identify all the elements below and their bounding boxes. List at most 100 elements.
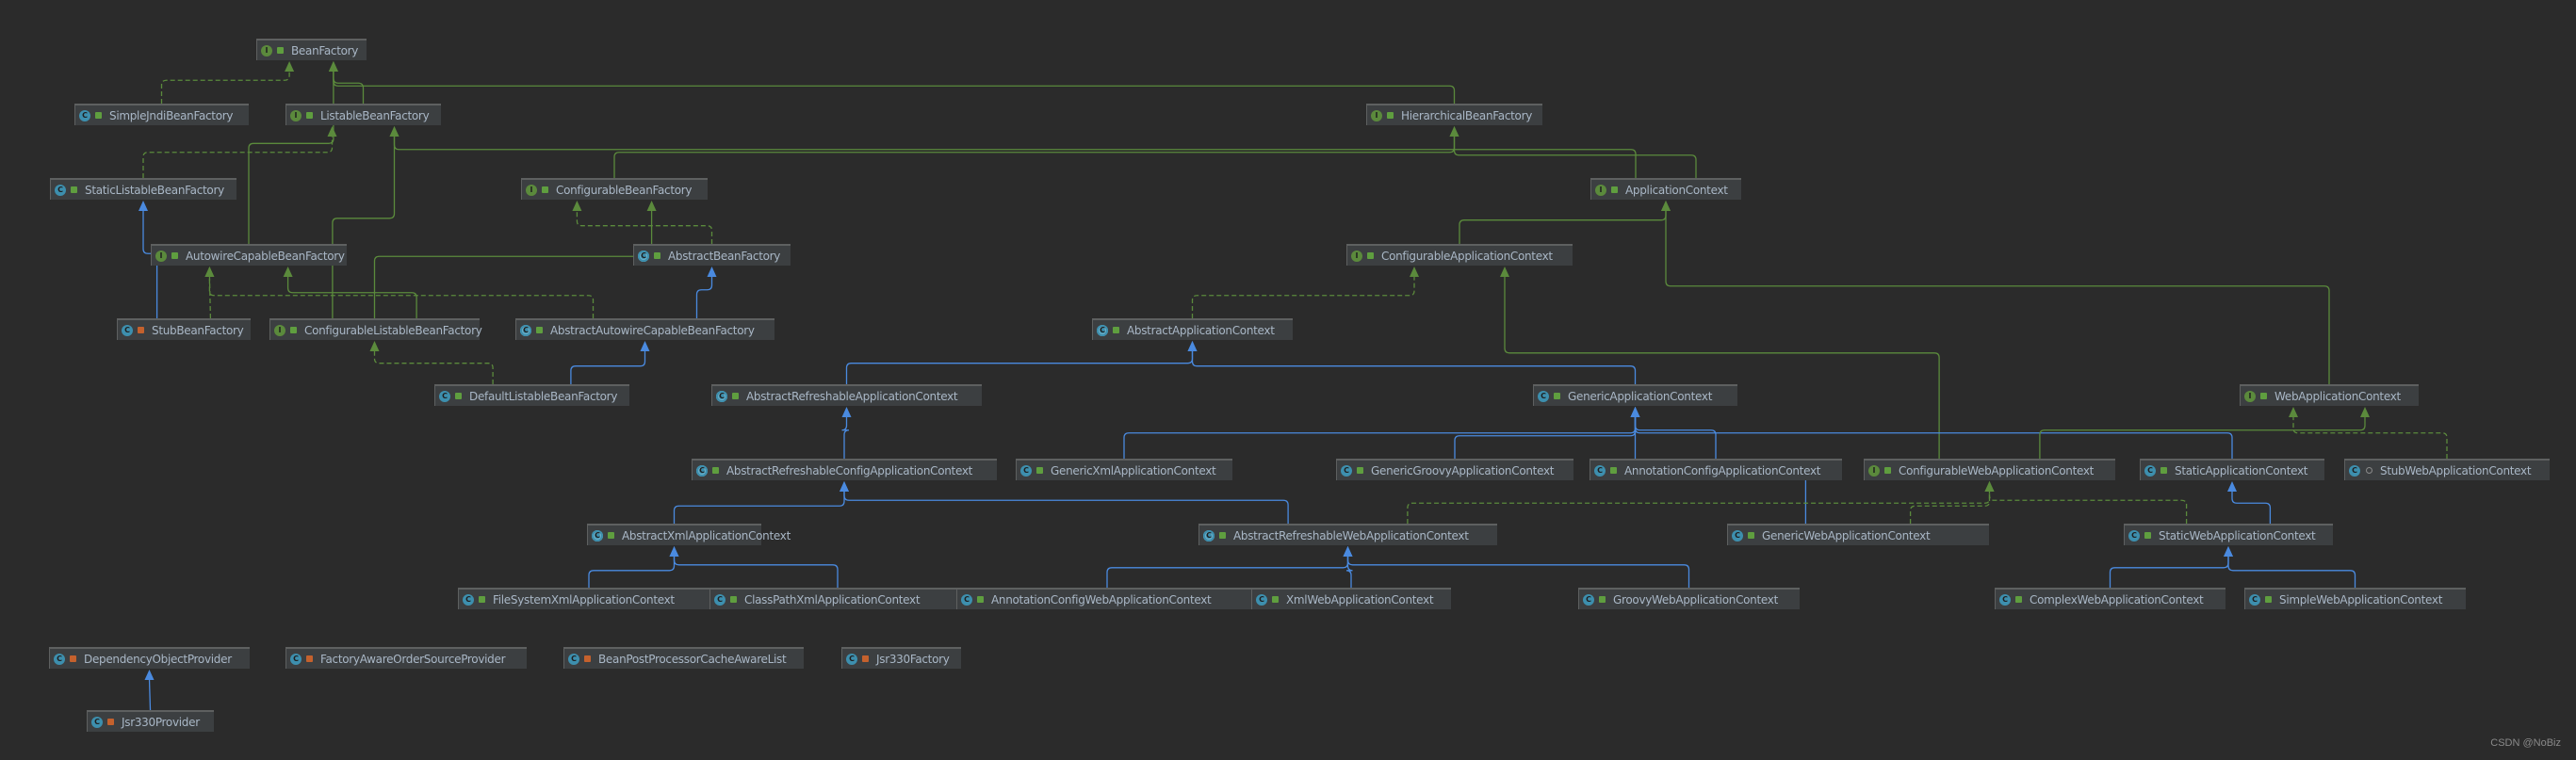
node-default-listable-bean-factory[interactable]: C DefaultListableBeanFactory: [434, 384, 629, 406]
node-static-listable-bean-factory[interactable]: C StaticListableBeanFactory: [50, 178, 236, 200]
node-generic-web-application-context[interactable]: C GenericWebApplicationContext: [1727, 524, 1989, 545]
class-icon: C: [1583, 593, 1594, 606]
node-configurable-listable-bean-factory[interactable]: I ConfigurableListableBeanFactory: [269, 318, 482, 340]
abstract-class-icon: C: [638, 250, 649, 262]
arrowhead-icon: [2360, 407, 2370, 417]
lock-public-icon: [1113, 327, 1119, 333]
node-stub-web-application-context[interactable]: C StubWebApplicationContext: [2344, 459, 2550, 480]
lock-public-icon: [479, 596, 485, 603]
node-label: FileSystemXmlApplicationContext: [493, 592, 675, 606]
node-annotation-config-application-context[interactable]: C AnnotationConfigApplicationContext: [1590, 459, 1842, 480]
node-abstract-application-context[interactable]: C AbstractApplicationContext: [1092, 318, 1293, 340]
class-icon: C: [2249, 593, 2260, 606]
node-generic-xml-application-context[interactable]: C GenericXmlApplicationContext: [1016, 459, 1232, 480]
lock-public-icon: [1272, 596, 1279, 603]
lock-public-icon: [2015, 596, 2022, 603]
node-simple-web-application-context[interactable]: C SimpleWebApplicationContext: [2244, 588, 2466, 609]
node-label: ConfigurableApplicationContext: [1381, 249, 1553, 263]
node-label: AbstractBeanFactory: [668, 249, 781, 263]
arrowhead-icon: [389, 126, 399, 137]
node-stub-bean-factory[interactable]: C StubBeanFactory: [117, 318, 251, 340]
node-label: BeanPostProcessorCacheAwareList: [598, 652, 787, 666]
node-generic-application-context[interactable]: C GenericApplicationContext: [1533, 384, 1737, 406]
node-abstract-autowire-capable-bean-factory[interactable]: C AbstractAutowireCapableBeanFactory: [515, 318, 774, 340]
abstract-class-icon: C: [1097, 324, 1108, 336]
node-complex-web-application-context[interactable]: C ComplexWebApplicationContext: [1995, 588, 2225, 609]
node-abstract-refreshable-application-context[interactable]: C AbstractRefreshableApplicationContext: [711, 384, 982, 406]
node-label: StaticListableBeanFactory: [85, 183, 224, 197]
node-factory-aware-order-source-provider[interactable]: C FactoryAwareOrderSourceProvider: [285, 647, 527, 669]
edge-extends-interface-hierarchical-bean-factory-to-bean-factory: [333, 71, 1456, 104]
node-groovy-web-application-context[interactable]: C GroovyWebApplicationContext: [1578, 588, 1800, 609]
edge-extends-interface-configurable-web-application-context-to-configurable-application-context: [1504, 276, 1940, 459]
edge-extends-interface-web-application-context-to-application-context: [1665, 210, 2330, 384]
node-label: AbstractXmlApplicationContext: [622, 528, 791, 542]
arrowhead-icon: [1500, 267, 1509, 277]
lock-public-icon: [2265, 596, 2272, 603]
edge-extends-abstract-refreshable-config-application-context-to-abstract-refreshable-application-context: [841, 416, 850, 459]
lock-public-icon: [1036, 467, 1043, 474]
node-label: Jsr330Factory: [876, 652, 950, 666]
node-abstract-xml-application-context[interactable]: C AbstractXmlApplicationContext: [587, 524, 791, 545]
edge-extends-interface-application-context-to-listable-bean-factory: [393, 136, 1637, 178]
node-abstract-refreshable-config-application-context[interactable]: C AbstractRefreshableConfigApplicationCon…: [692, 459, 997, 480]
arrowhead-icon: [204, 267, 215, 277]
node-web-application-context[interactable]: I WebApplicationContext: [2240, 384, 2419, 406]
edge-extends-generic-application-context-to-abstract-application-context: [1191, 350, 1637, 384]
lock-private-icon: [70, 655, 76, 662]
arrowhead-icon: [139, 201, 148, 211]
node-configurable-web-application-context[interactable]: I ConfigurableWebApplicationContext: [1864, 459, 2115, 480]
edge-implements-stub-web-application-context-to-web-application-context: [2292, 416, 2448, 459]
node-label: SimpleWebApplicationContext: [2279, 592, 2443, 606]
node-label: Jsr330Provider: [122, 715, 200, 729]
node-xml-web-application-context[interactable]: C XmlWebApplicationContext: [1251, 588, 1451, 609]
node-dependency-object-provider[interactable]: C DependencyObjectProvider: [49, 647, 250, 669]
class-icon: C: [2128, 529, 2140, 542]
node-label: ListableBeanFactory: [320, 108, 430, 122]
node-static-web-application-context[interactable]: C StaticWebApplicationContext: [2124, 524, 2333, 545]
node-label: GenericApplicationContext: [1568, 389, 1713, 403]
class-icon: C: [1256, 593, 1267, 606]
interface-icon: I: [1351, 250, 1362, 262]
node-abstract-refreshable-web-application-context[interactable]: C AbstractRefreshableWebApplicationContex…: [1198, 524, 1497, 545]
node-class-path-xml-application-context[interactable]: C ClassPathXmlApplicationContext: [709, 588, 966, 609]
node-label: StaticApplicationContext: [2175, 463, 2308, 477]
node-label: ApplicationContext: [1625, 183, 1728, 197]
class-icon: C: [846, 653, 857, 665]
node-listable-bean-factory[interactable]: I ListableBeanFactory: [285, 104, 441, 125]
class-icon: C: [568, 653, 579, 665]
node-label: ConfigurableListableBeanFactory: [304, 323, 482, 337]
node-configurable-bean-factory[interactable]: I ConfigurableBeanFactory: [521, 178, 708, 200]
class-icon: C: [54, 653, 65, 665]
class-icon: C: [2144, 464, 2156, 477]
node-label: DefaultListableBeanFactory: [469, 389, 618, 403]
node-static-application-context[interactable]: C StaticApplicationContext: [2140, 459, 2324, 480]
node-simple-jndi-bean-factory[interactable]: C SimpleJndiBeanFactory: [74, 104, 249, 125]
node-bean-factory[interactable]: I BeanFactory: [256, 39, 367, 60]
node-label: AbstractApplicationContext: [1127, 323, 1275, 337]
node-bean-post-processor-cache-aware-list[interactable]: C BeanPostProcessorCacheAwareList: [563, 647, 804, 669]
node-configurable-application-context[interactable]: I ConfigurableApplicationContext: [1346, 244, 1573, 266]
lock-public-icon: [732, 393, 739, 399]
lock-public-icon: [95, 112, 102, 119]
lock-public-icon: [1367, 252, 1374, 259]
edge-extends-file-system-xml-application-context-to-abstract-xml-application-context: [588, 556, 676, 588]
lock-public-icon: [654, 252, 660, 259]
lock-public-icon: [1611, 186, 1618, 193]
edge-extends-interface-autowire-capable-bean-factory-to-bean-factory: [248, 71, 334, 244]
arrowhead-icon: [841, 407, 852, 417]
lock-private-icon: [584, 655, 591, 662]
node-autowire-capable-bean-factory[interactable]: I AutowireCapableBeanFactory: [151, 244, 347, 266]
node-jsr330-provider[interactable]: C Jsr330Provider: [87, 710, 214, 732]
node-abstract-bean-factory[interactable]: C AbstractBeanFactory: [633, 244, 791, 266]
node-application-context[interactable]: I ApplicationContext: [1590, 178, 1741, 200]
node-jsr330-factory[interactable]: C Jsr330Factory: [841, 647, 961, 669]
node-generic-groovy-application-context[interactable]: C GenericGroovyApplicationContext: [1336, 459, 1573, 480]
arrowhead-icon: [1410, 267, 1419, 277]
node-file-system-xml-application-context[interactable]: C FileSystemXmlApplicationContext: [458, 588, 720, 609]
node-hierarchical-bean-factory[interactable]: I HierarchicalBeanFactory: [1366, 104, 1542, 125]
class-icon: C: [714, 593, 726, 606]
node-label: WebApplicationContext: [2274, 389, 2401, 403]
interface-icon: I: [1371, 109, 1382, 121]
node-annotation-config-web-application-context[interactable]: C AnnotationConfigWebApplicationContext: [956, 588, 1258, 609]
